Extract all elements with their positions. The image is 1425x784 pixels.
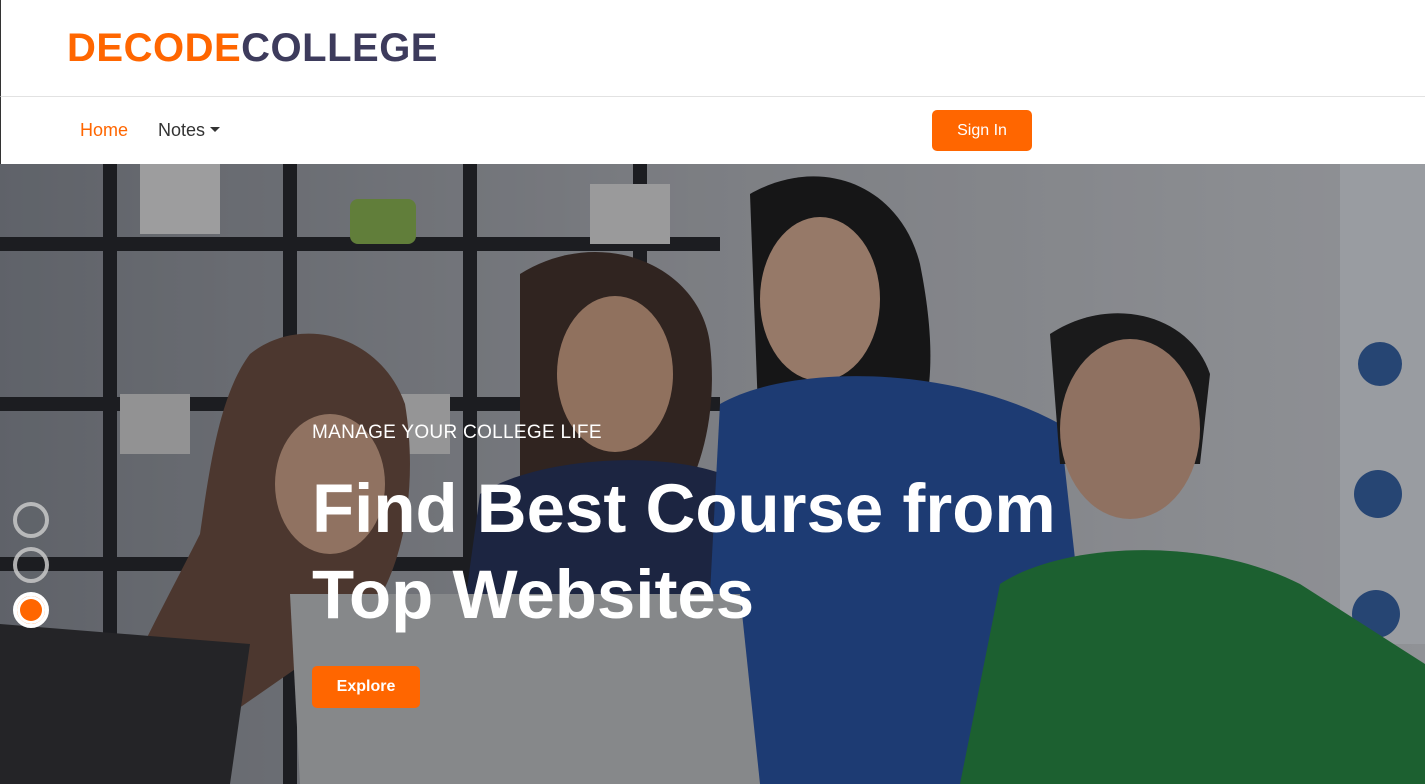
site-header: DECODECOLLEGE xyxy=(0,0,1425,97)
brand-logo-part1: DECODE xyxy=(67,26,242,70)
hero-kicker: MANAGE YOUR COLLEGE LIFE xyxy=(312,422,602,443)
carousel-indicator-1[interactable] xyxy=(13,502,49,538)
main-navbar: Home Notes Sign In xyxy=(0,97,1425,164)
carousel-indicator-3[interactable] xyxy=(13,592,49,628)
chevron-down-icon xyxy=(210,126,221,132)
nav-item-home[interactable]: Home xyxy=(80,119,128,141)
hero-headline-line2: Top Websites xyxy=(312,556,755,633)
hero-carousel: MANAGE YOUR COLLEGE LIFE Find Best Cours… xyxy=(0,164,1425,784)
hero-headline-line1: Find Best Course from xyxy=(312,470,1056,547)
nav-item-notes[interactable]: Notes xyxy=(158,119,221,141)
hero-headline: Find Best Course from Top Websites xyxy=(312,466,1172,638)
brand-logo-part2: COLLEGE xyxy=(241,26,438,70)
sign-in-button[interactable]: Sign In xyxy=(932,110,1032,151)
explore-button[interactable]: Explore xyxy=(312,666,420,708)
brand-logo[interactable]: DECODECOLLEGE xyxy=(67,26,438,70)
nav-item-notes-label: Notes xyxy=(158,120,206,140)
carousel-indicator-2[interactable] xyxy=(13,547,49,583)
